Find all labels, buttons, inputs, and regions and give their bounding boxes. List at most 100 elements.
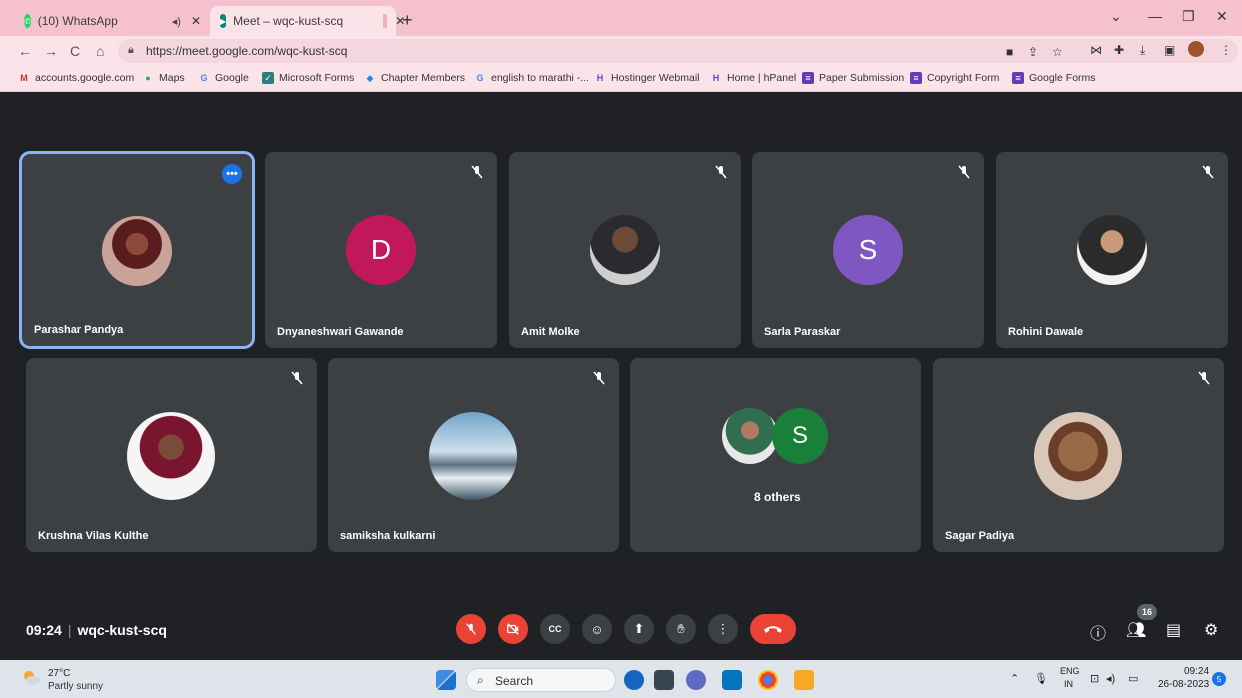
- chrome-icon[interactable]: [758, 670, 778, 690]
- camera-off-icon: [507, 623, 519, 635]
- download-icon[interactable]: ⤓: [1140, 43, 1145, 58]
- more-options-icon[interactable]: •••: [222, 164, 242, 184]
- weather-temp[interactable]: 27°C: [48, 668, 70, 679]
- bookmark-maps[interactable]: ● Maps: [142, 72, 185, 84]
- others-tile[interactable]: S 8 others: [630, 358, 921, 552]
- desktop-icon[interactable]: [722, 670, 742, 690]
- activities-icon[interactable]: ⚙︎: [1204, 620, 1218, 640]
- info-icon[interactable]: ⓘ: [1090, 620, 1106, 644]
- volume-icon[interactable]: ◂): [1106, 672, 1115, 685]
- teams-icon[interactable]: [686, 670, 706, 690]
- bookmark-label: english to marathi -...: [491, 72, 590, 84]
- meet-control-bar: 09:24 | wqc-kust-scq CC ☺ ⬆ ✋︎ ⋮ ⓘ 16 👥︎ ▤…: [0, 600, 1242, 660]
- sidepanel-icon[interactable]: ▣: [1164, 43, 1175, 57]
- bookmark-hpanel[interactable]: H Home | hPanel: [710, 72, 797, 84]
- leave-call-button[interactable]: [750, 614, 796, 644]
- bookmark-label: accounts.google.com: [35, 72, 135, 84]
- url-text[interactable]: https://meet.google.com/wqc-kust-scq: [146, 44, 347, 58]
- chat-icon[interactable]: ▤: [1166, 620, 1181, 640]
- bookmark-label: Maps: [159, 72, 185, 84]
- raise-hand-button[interactable]: ✋︎: [666, 614, 696, 644]
- participant-tile[interactable]: Rohini Dawale: [996, 152, 1228, 348]
- notification-badge[interactable]: 5: [1212, 672, 1226, 686]
- share-icon[interactable]: ⇪: [1028, 45, 1038, 59]
- task-view-icon[interactable]: [654, 670, 674, 690]
- people-icon[interactable]: 👥︎: [1126, 620, 1146, 640]
- emoji-button[interactable]: ☺: [582, 614, 612, 644]
- search-icon: ⌕: [477, 673, 484, 687]
- restore-button[interactable]: ❐: [1182, 8, 1195, 25]
- bookmark-chapter[interactable]: ◆ Chapter Members: [364, 72, 466, 84]
- omnibox[interactable]: 🔒︎ https://meet.google.com/wqc-kust-scq …: [118, 39, 1238, 63]
- start-icon[interactable]: [436, 670, 456, 690]
- forward-icon[interactable]: →: [44, 43, 58, 59]
- participant-tile[interactable]: S Sarla Paraskar: [752, 152, 984, 348]
- profile-avatar[interactable]: [1188, 41, 1204, 57]
- home-icon[interactable]: ⌂: [96, 43, 104, 59]
- tab-meet[interactable]: ▶ Meet – wqc-kust-scq ✕: [210, 6, 405, 36]
- extension-icon[interactable]: ⋈: [1090, 43, 1102, 57]
- bookmark-gforms[interactable]: ≡ Google Forms: [1012, 72, 1096, 84]
- close-window-button[interactable]: ✕: [1216, 8, 1228, 25]
- participant-tile[interactable]: Amit Molke: [509, 152, 741, 348]
- bookmark-translate[interactable]: Genglish to marathi -...: [474, 72, 589, 84]
- clock-time[interactable]: 09:24: [1184, 666, 1209, 677]
- participant-tile[interactable]: samiksha kulkarni: [328, 358, 619, 552]
- close-icon[interactable]: ✕: [191, 14, 201, 28]
- mic-toggle-button[interactable]: [456, 614, 486, 644]
- participant-tile[interactable]: ••• Parashar Pandya: [22, 154, 252, 346]
- more-options-button[interactable]: ⋮: [708, 614, 738, 644]
- participant-name: Sagar Padiya: [945, 530, 1015, 542]
- language-code[interactable]: ENG: [1060, 666, 1080, 676]
- captions-icon: CC: [548, 624, 562, 634]
- present-button[interactable]: ⬆: [624, 614, 654, 644]
- weather-desc[interactable]: Partly sunny: [48, 681, 103, 692]
- forms-icon: ✓: [262, 72, 274, 84]
- avatar: [127, 412, 215, 500]
- network-icon[interactable]: ⊡: [1090, 672, 1099, 685]
- meeting-info: 09:24 | wqc-kust-scq: [26, 622, 167, 638]
- forms-icon: ≡: [802, 72, 814, 84]
- mic-tray-icon[interactable]: 🎙︎: [1034, 672, 1048, 685]
- participant-tile[interactable]: Krushna Vilas Kulthe: [26, 358, 317, 552]
- speaker-icon[interactable]: ◂): [172, 15, 181, 28]
- bookmark-gmail[interactable]: Maccounts.google.com: [18, 72, 134, 84]
- participant-tile[interactable]: Sagar Padiya: [933, 358, 1224, 552]
- camera-toggle-button[interactable]: [498, 614, 528, 644]
- clock-date[interactable]: 26-08-2023: [1158, 679, 1209, 690]
- menu-icon[interactable]: ⋮: [1220, 43, 1232, 57]
- participant-tile[interactable]: D Dnyaneshwari Gawande: [265, 152, 497, 348]
- bookmark-google[interactable]: G Google: [198, 72, 249, 84]
- captions-button[interactable]: CC: [540, 614, 570, 644]
- chevron-down-icon[interactable]: ⌄: [1110, 8, 1122, 25]
- new-tab-button[interactable]: +: [402, 10, 413, 31]
- minimize-button[interactable]: —: [1148, 8, 1162, 24]
- reload-icon[interactable]: C: [70, 43, 80, 59]
- bookmark-label: Chapter Members: [381, 72, 466, 84]
- bing-icon[interactable]: [624, 670, 644, 690]
- battery-icon[interactable]: ▭: [1128, 672, 1138, 685]
- weather-icon[interactable]: [22, 670, 40, 684]
- file-explorer-icon[interactable]: [794, 670, 814, 690]
- browser-tab-bar: ✆ (10) WhatsApp ◂) ✕ ▶ Meet – wqc-kust-s…: [0, 0, 1242, 36]
- bookmark-paper[interactable]: ≡ Paper Submission: [802, 72, 904, 84]
- puzzle-icon[interactable]: ✚: [1114, 43, 1124, 57]
- tab-whatsapp[interactable]: ✆ (10) WhatsApp ◂) ✕: [14, 6, 204, 36]
- language-region[interactable]: IN: [1064, 679, 1073, 689]
- meeting-code: wqc-kust-scq: [77, 622, 167, 638]
- meet-stage: ••• Parashar Pandya D Dnyaneshwari Gawan…: [0, 92, 1242, 660]
- avatar: [429, 412, 517, 500]
- back-icon[interactable]: ←: [18, 43, 32, 59]
- lock-icon[interactable]: 🔒︎: [128, 44, 134, 57]
- star-icon[interactable]: ☆: [1052, 45, 1063, 59]
- chevron-up-icon[interactable]: ⌃: [1010, 672, 1019, 685]
- bookmark-hostinger[interactable]: H Hostinger Webmail: [594, 72, 700, 84]
- bookmark-ms-forms[interactable]: ✓ Microsoft Forms: [262, 72, 354, 84]
- mic-off-icon: [466, 623, 476, 635]
- taskbar-search[interactable]: ⌕ Search: [466, 668, 616, 692]
- mic-off-icon: [958, 165, 970, 179]
- camera-icon[interactable]: ■: [1006, 45, 1013, 59]
- bookmark-label: Google: [215, 72, 249, 84]
- bookmark-copyright[interactable]: ≡ Copyright Form: [910, 72, 999, 84]
- windows-taskbar: 27°C Partly sunny ⌕ Search ⌃ 🎙︎ ENG IN ⊡…: [0, 660, 1242, 698]
